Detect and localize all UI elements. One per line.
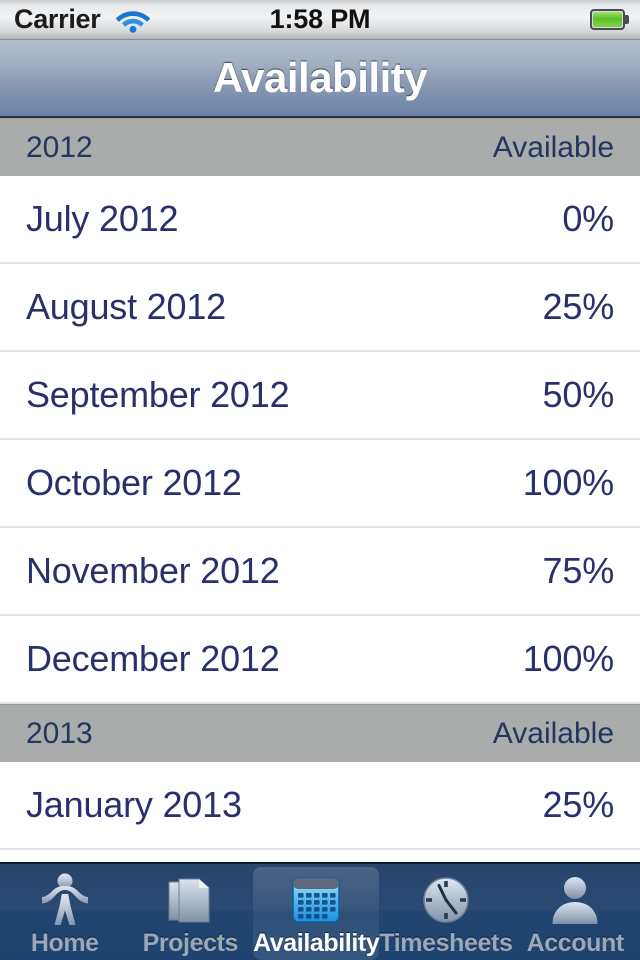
table-row[interactable]: September 2012 50%: [0, 352, 640, 440]
section-header-column-label: Available: [492, 716, 614, 750]
section-header-column-label: Available: [492, 130, 614, 164]
row-month-label: October 2012: [26, 462, 242, 503]
tab-timesheets[interactable]: Timesheets: [379, 867, 513, 960]
table-row[interactable]: November 2012 75%: [0, 528, 640, 616]
table-row[interactable]: December 2012 100%: [0, 616, 640, 704]
row-month-label: January 2013: [26, 784, 242, 825]
section-header-year: 2012: [26, 130, 93, 164]
documents-icon: [161, 872, 219, 928]
table-row[interactable]: October 2012 100%: [0, 440, 640, 528]
tab-home[interactable]: Home: [2, 867, 128, 960]
section-header: 2013 Available: [0, 704, 640, 762]
section-header: 2012 Available: [0, 118, 640, 176]
tab-label: Account: [526, 929, 625, 957]
row-availability-value: 75%: [542, 550, 615, 591]
battery-full-icon: [590, 9, 630, 30]
row-month-label: November 2012: [26, 550, 280, 591]
availability-list[interactable]: 2012 Available July 2012 0% August 2012 25% Se…: [0, 118, 640, 862]
row-availability-value: 100%: [522, 638, 614, 679]
tab-projects[interactable]: Projects: [128, 867, 254, 960]
table-row[interactable]: July 2012 0%: [0, 176, 640, 264]
tab-label: Projects: [142, 929, 239, 957]
status-time: 1:58 PM: [269, 4, 371, 34]
status-bar: Carrier 1:58 PM: [0, 0, 640, 40]
row-availability-value: 100%: [522, 462, 614, 503]
tab-label: Availability: [253, 929, 380, 957]
person-jumping-icon: [36, 872, 94, 928]
row-availability-value: 0%: [562, 198, 614, 239]
navigation-bar: Availability: [0, 40, 640, 118]
tab-label: Timesheets: [379, 929, 513, 957]
table-row[interactable]: August 2012 25%: [0, 264, 640, 352]
row-availability-value: 50%: [542, 374, 615, 415]
tab-account[interactable]: Account: [512, 867, 638, 960]
app-screen: Carrier 1:58 PM Availability 2012 Availab…: [0, 0, 640, 960]
tab-bar: Home Projects Availability Timesheets Ac…: [0, 862, 640, 960]
row-month-label: September 2012: [26, 374, 290, 415]
person-silhouette-icon: [546, 872, 604, 928]
table-row[interactable]: January 2013 25%: [0, 762, 640, 850]
row-availability-value: 25%: [542, 784, 615, 825]
section-header-year: 2013: [26, 716, 93, 750]
calendar-grid-icon: [287, 872, 345, 928]
row-month-label: August 2012: [26, 286, 226, 327]
tab-label: Home: [30, 929, 99, 957]
clock-icon: [417, 872, 475, 928]
row-availability-value: 25%: [542, 286, 615, 327]
row-month-label: December 2012: [26, 638, 280, 679]
page-title: Availability: [212, 54, 428, 101]
row-month-label: July 2012: [26, 198, 179, 239]
tab-availability[interactable]: Availability: [253, 867, 380, 960]
